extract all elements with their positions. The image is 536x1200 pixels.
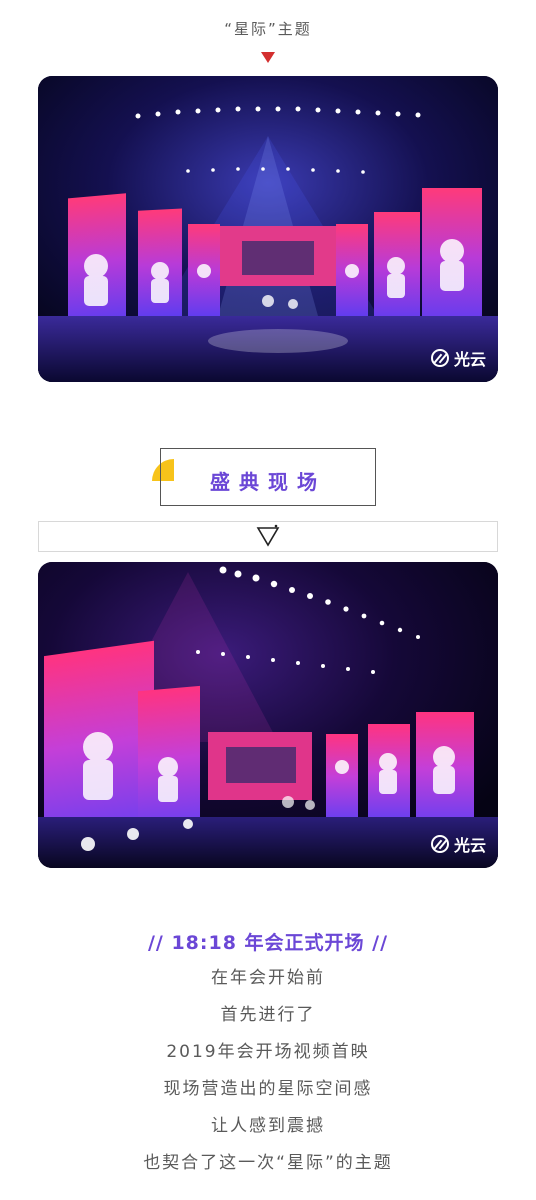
brand-name: 光云 bbox=[453, 836, 486, 855]
brand-watermark: 光云 bbox=[430, 832, 486, 856]
brand-watermark: 光云 bbox=[430, 346, 486, 370]
body-line: 让人感到震撼 bbox=[211, 1116, 325, 1136]
body-line: 首先进行了 bbox=[220, 1005, 316, 1025]
brand-name: 光云 bbox=[453, 350, 486, 369]
body-line: 现场营造出的星际空间感 bbox=[163, 1079, 373, 1099]
brand-logo-icon bbox=[430, 349, 449, 367]
top-caption: “星际”主题 bbox=[224, 20, 312, 38]
body-line: 也契合了这一次“星际”的主题 bbox=[143, 1153, 393, 1173]
body-text: 在年会开始前 首先进行了 2019年会开场视频首映 现场营造出的星际空间感 让人… bbox=[0, 965, 536, 1187]
body-line: 2019年会开场视频首映 bbox=[166, 1042, 370, 1062]
down-arrow-icon bbox=[261, 52, 275, 63]
stage-photo-2: 光云 bbox=[38, 562, 498, 868]
brand-logo-icon bbox=[430, 835, 449, 853]
section-title: 盛典现场 bbox=[210, 470, 326, 494]
body-line: 在年会开始前 bbox=[211, 968, 325, 988]
stage-photo-1: 光云 bbox=[38, 76, 498, 382]
down-triangle-icon bbox=[256, 524, 280, 547]
section-heading: // 18:18 年会正式开场 // bbox=[147, 932, 389, 954]
section-title-box: 盛典现场 bbox=[160, 448, 376, 506]
